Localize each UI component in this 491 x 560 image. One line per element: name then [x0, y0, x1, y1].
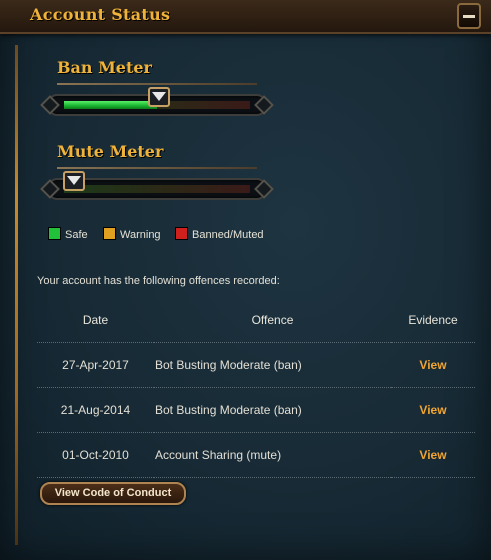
- mute-meter-title: Mute Meter: [57, 142, 164, 161]
- account-status-panel: Account Status Ban Meter Mute Meter Safe…: [0, 0, 491, 560]
- offence-name: Bot Busting Moderate (ban): [154, 342, 391, 388]
- ban-meter-marker-icon: [148, 87, 170, 107]
- table-row: 21-Aug-2014 Bot Busting Moderate (ban) V…: [37, 387, 475, 433]
- legend-item-warning: Warning: [103, 227, 161, 241]
- ban-meter-fill: [64, 101, 157, 109]
- ban-meter: [48, 87, 266, 116]
- legend-label: Banned/Muted: [192, 229, 264, 241]
- legend-item-banned-muted: Banned/Muted: [175, 227, 264, 241]
- header-evidence: Evidence: [408, 313, 458, 327]
- mute-meter-track: [64, 185, 250, 193]
- mute-meter-marker-icon: [63, 171, 85, 191]
- warning-swatch-icon: [103, 227, 116, 240]
- table-row: 27-Apr-2017 Bot Busting Moderate (ban) V…: [37, 342, 475, 388]
- legend-label: Warning: [120, 229, 161, 241]
- offences-table: Date Offence Evidence 27-Apr-2017 Bot Bu…: [37, 298, 475, 478]
- offence-name: Bot Busting Moderate (ban): [154, 387, 391, 433]
- view-code-of-conduct-button[interactable]: View Code of Conduct: [40, 482, 186, 505]
- mute-meter: [48, 171, 266, 200]
- decorative-rail: [15, 45, 18, 545]
- table-row: 01-Oct-2010 Account Sharing (mute) View: [37, 432, 475, 478]
- view-evidence-link[interactable]: View: [419, 358, 446, 372]
- header-offence: Offence: [251, 313, 294, 327]
- safe-swatch-icon: [48, 227, 61, 240]
- offence-date: 27-Apr-2017: [37, 342, 154, 388]
- offence-date: 01-Oct-2010: [37, 432, 154, 478]
- legend-label: Safe: [65, 229, 88, 241]
- collapse-button[interactable]: [457, 3, 481, 29]
- header-date: Date: [82, 313, 109, 327]
- banned-swatch-icon: [175, 227, 188, 240]
- offence-date: 21-Aug-2014: [37, 387, 154, 433]
- offences-intro: Your account has the following offences …: [37, 275, 280, 287]
- offence-name: Account Sharing (mute): [154, 432, 391, 478]
- table-header-row: Date Offence Evidence: [37, 298, 475, 343]
- panel-title: Account Status: [30, 5, 171, 24]
- view-evidence-link[interactable]: View: [419, 403, 446, 417]
- ban-meter-divider: [57, 83, 257, 85]
- mute-meter-divider: [57, 167, 257, 169]
- ban-meter-title: Ban Meter: [57, 58, 152, 77]
- view-evidence-link[interactable]: View: [419, 448, 446, 462]
- minus-icon: [463, 15, 475, 18]
- legend-item-safe: Safe: [48, 227, 88, 241]
- title-bar: Account Status: [0, 0, 491, 34]
